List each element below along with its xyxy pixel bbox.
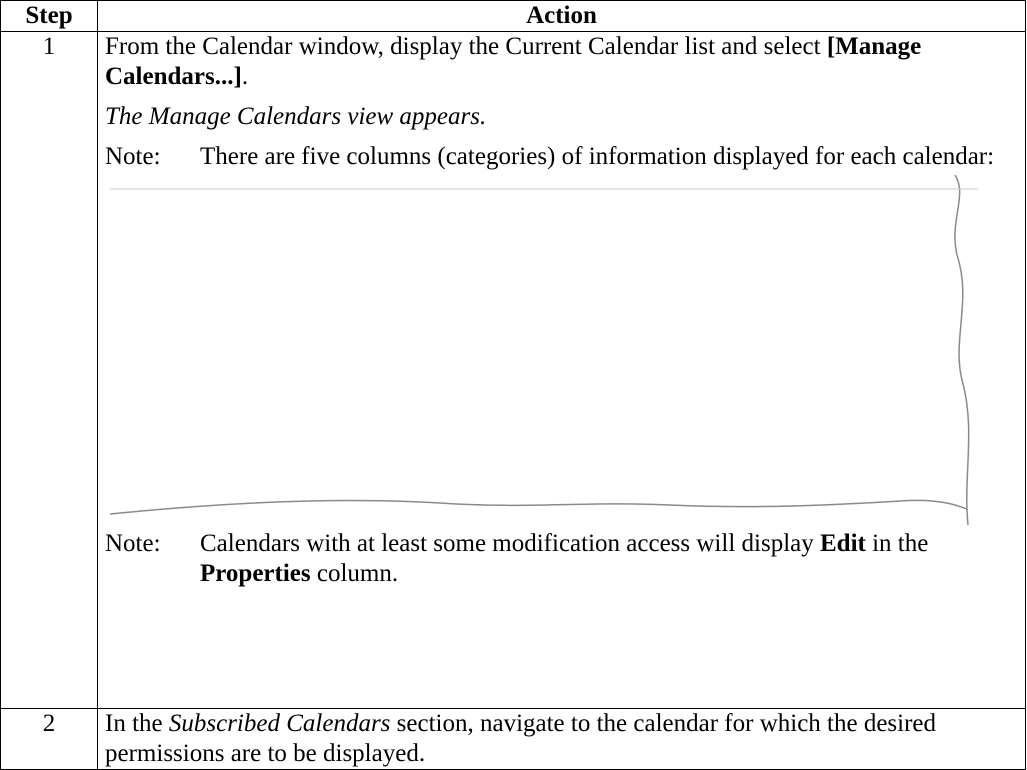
step-column-header: Step <box>0 0 98 32</box>
row-checkbox[interactable] <box>128 384 141 397</box>
step-action-2: In the Subscribed Calendars section, nav… <box>97 708 1026 770</box>
view-link[interactable]: View <box>734 416 770 430</box>
edit-link[interactable]: Edit <box>734 245 765 259</box>
calendar-groups-icon <box>171 280 188 295</box>
note-label: Note: <box>105 143 161 170</box>
column-name[interactable]: Name <box>171 179 204 192</box>
edit-link[interactable]: Edit <box>734 222 765 236</box>
table-row: No calendar groups to display <box>110 299 980 322</box>
step-action-1: From the Calendar window, display the Cu… <box>97 31 1026 709</box>
step1-instruction: From the Calendar window, display the Cu… <box>105 33 922 90</box>
view-link[interactable]: View <box>734 348 770 362</box>
step-number-2: 2 <box>0 708 98 770</box>
unsubscribe-link[interactable]: Unsubscribe Calend <box>816 416 930 430</box>
procedure-table: Step Action 1 From the Calendar window, … <box>0 0 1026 770</box>
properties-term: Properties <box>200 560 311 587</box>
step-row-1: 1 From the Calendar window, display the … <box>0 31 1026 709</box>
step2-instruction: In the Subscribed Calendars section, nav… <box>105 710 937 767</box>
subscribed-calendars-icon <box>171 326 188 341</box>
step-number-1: 1 <box>0 31 98 709</box>
table-row: Tools calendar for calmaster View Unsubs… <box>110 447 980 481</box>
personal-calendar-icon <box>171 200 188 215</box>
row-checkbox[interactable] <box>128 247 141 260</box>
note-label: Note: <box>105 530 161 557</box>
section-subscribed-calendars: Subscribed Calendars <box>110 322 980 345</box>
row-checkbox[interactable] <box>128 418 141 431</box>
manage-calendars-screenshot: ☑ ≡ Name Description Owner Properties Act… <box>110 175 980 525</box>
groups-empty-message: No calendar groups to display <box>171 302 330 316</box>
column-description[interactable]: Description <box>421 179 487 192</box>
row-checkbox[interactable] <box>128 224 141 237</box>
section-personal-calendar: Personal Calendar <box>110 196 980 219</box>
select-all-icon[interactable]: ☑ <box>120 178 134 192</box>
note-columns-text: There are five columns (categories) of i… <box>200 143 995 170</box>
section-calendar-groups: Calendar Groups <box>110 276 980 299</box>
edit-term: Edit <box>819 530 866 557</box>
row-checkbox[interactable] <box>128 350 141 363</box>
column-properties[interactable]: Properties <box>734 179 793 192</box>
table-header-row: Step Action <box>0 0 1026 32</box>
subscribed-calendars-term: Subscribed Calendars <box>168 710 391 737</box>
column-action[interactable]: Action <box>816 179 853 192</box>
table-row: jlh241 (Jill Hodgkinson) jlh241 Edit <box>110 219 980 242</box>
unsubscribe-link[interactable]: Unsubscribe Calen <box>816 382 923 396</box>
note-columns: Note: There are five columns (categories)… <box>105 142 1021 172</box>
table-row: calmaster:12005.GROUPTOOLSTERM (Test_Pub… <box>110 345 980 379</box>
step-row-2: 2 In the Subscribed Calendars section, n… <box>0 708 1026 770</box>
view-link[interactable]: View <box>734 450 770 464</box>
unsubscribe-link[interactable]: Unsubscribe Calenda <box>816 450 936 464</box>
calendar-list-header: ☑ ≡ Name Description Owner Properties Act… <box>110 175 980 196</box>
row-checkbox[interactable] <box>128 452 141 465</box>
action-column-header: Action <box>97 0 1026 32</box>
table-row: calmaster:30363.GROUPTOOLSTERM (test) Gr… <box>110 379 980 413</box>
step1-result: The Manage Calendars view appears. <box>105 103 487 130</box>
column-owner[interactable]: Owner <box>646 179 683 192</box>
unsubscribe-link[interactable]: Unsubscribe Calen <box>816 348 923 362</box>
table-row: jlh241:MyCalendar (Jills Personal Calend… <box>110 242 980 276</box>
table-row: calmaster:34033.GROUPTOOLSTERM (EDMS Pro… <box>110 413 980 447</box>
note-edit-access: Note: Calendars with at least some modifi… <box>105 530 929 587</box>
edit-link[interactable]: Edit <box>734 382 765 396</box>
list-icon[interactable]: ≡ <box>138 178 152 192</box>
